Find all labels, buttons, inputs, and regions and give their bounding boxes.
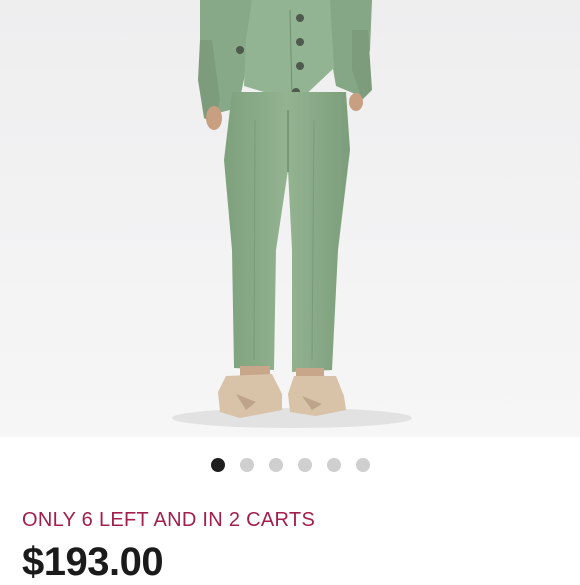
product-photo-illustration (172, 0, 412, 428)
trousers (224, 92, 350, 372)
waistcoat (244, 0, 334, 100)
carousel-dot-4[interactable] (297, 458, 312, 472)
carousel-dot-2[interactable] (239, 458, 254, 472)
image-carousel-pager (0, 458, 580, 472)
right-hand (349, 93, 363, 111)
carousel-dot-3[interactable] (268, 458, 283, 472)
left-hand (206, 106, 222, 130)
right-loafer (288, 376, 346, 416)
carousel-dot-6[interactable] (355, 458, 370, 472)
left-loafer (218, 374, 282, 418)
carousel-dot-1[interactable] (210, 458, 225, 472)
waistcoat-button-3 (296, 62, 304, 70)
jacket-button (236, 46, 244, 54)
carousel-dot-5[interactable] (326, 458, 341, 472)
waistcoat-button-2 (296, 38, 304, 46)
product-price: $193.00 (22, 540, 164, 584)
waistcoat-button-1 (296, 14, 304, 22)
product-image[interactable] (0, 0, 580, 437)
stock-notice: ONLY 6 LEFT AND IN 2 CARTS (22, 509, 316, 531)
